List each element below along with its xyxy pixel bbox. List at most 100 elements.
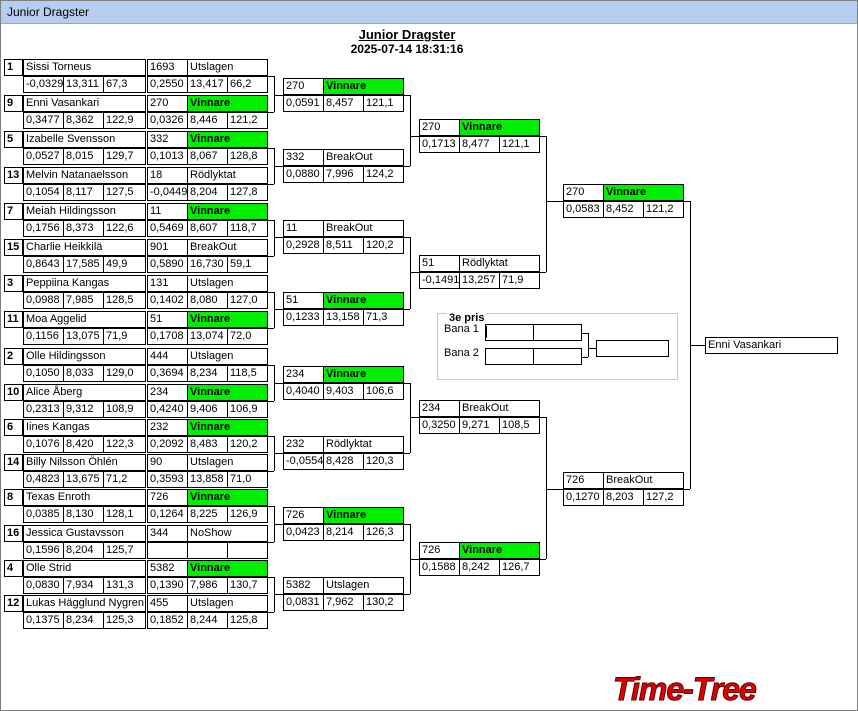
speed: 67,3 [103, 76, 146, 93]
speed: 125,8 [227, 612, 268, 629]
connector [410, 417, 419, 418]
elapsed-time: 8,130 [63, 506, 104, 523]
reaction-time: 0,1756 [23, 220, 64, 237]
speed: 127,0 [227, 292, 268, 309]
connector [546, 489, 563, 490]
reaction-time: 0,2928 [283, 237, 324, 254]
elapsed-time: 8,204 [63, 542, 104, 559]
reaction-time: -0,1491 [419, 272, 460, 289]
connector [274, 95, 283, 96]
lane2-number-field[interactable] [485, 348, 534, 365]
elapsed-time: 8,373 [63, 220, 104, 237]
elapsed-time: 7,985 [63, 292, 104, 309]
reaction-time: 0,0385 [23, 506, 64, 523]
entry-status: Vinnare [459, 119, 540, 136]
reaction-time: -0,0554 [283, 453, 324, 470]
entry-status: Utslagen [187, 59, 268, 76]
connector [690, 345, 705, 346]
speed: 108,5 [499, 417, 540, 434]
elapsed-time: 9,312 [63, 401, 104, 418]
entry-status: BreakOut [323, 149, 404, 166]
driver-name: Lukas Hägglund Nygren [23, 595, 146, 612]
reaction-time: 0,1233 [283, 309, 324, 326]
entry-status: BreakOut [603, 472, 684, 489]
elapsed-time: 13,257 [459, 272, 500, 289]
entry-number: 270 [419, 119, 460, 136]
entry-number: 131 [147, 275, 188, 292]
entry-status: Utslagen [187, 454, 268, 471]
entry-status: Vinnare [323, 507, 404, 524]
elapsed-time: 8,214 [323, 524, 364, 541]
entry-number: 51 [419, 255, 460, 272]
third-place-winner-field[interactable] [596, 340, 669, 357]
entry-number: 726 [147, 489, 188, 506]
connector [274, 309, 283, 310]
speed: 127,2 [643, 489, 684, 506]
driver-name: Olle Strid [23, 560, 146, 577]
speed: 71,0 [227, 471, 268, 488]
driver-name: Olle Hildingsson [23, 348, 146, 365]
entry-number: 270 [283, 78, 324, 95]
reaction-time: 0,1588 [419, 559, 460, 576]
lane2-status-field[interactable] [533, 348, 582, 365]
reaction-time: 0,0830 [23, 577, 64, 594]
reaction-time: 0,5469 [147, 220, 188, 237]
connector [546, 417, 547, 559]
entry-status: Utslagen [323, 577, 404, 594]
entry-number: 270 [563, 184, 604, 201]
entry-status: Vinnare [323, 78, 404, 95]
reaction-time: 0,1596 [23, 542, 64, 559]
connector [274, 383, 283, 384]
elapsed-time: 8,446 [187, 112, 228, 129]
entry-number: 11 [283, 220, 324, 237]
lane2-label: Bana 2 [444, 347, 479, 359]
connector [404, 453, 410, 454]
reaction-time: 0,2550 [147, 76, 188, 93]
reaction-time: 0,0880 [283, 166, 324, 183]
elapsed-time: 8,483 [187, 436, 228, 453]
entry-status: Rödlyktat [459, 255, 540, 272]
driver-name: Iines Kangas [23, 419, 146, 436]
elapsed-time: 8,477 [459, 136, 500, 153]
elapsed-time: 7,986 [187, 577, 228, 594]
reaction-time: 0,1270 [563, 489, 604, 506]
driver-name: Enni Vasankari [23, 95, 146, 112]
seed-number: 3 [4, 275, 23, 292]
entry-number: 232 [283, 436, 324, 453]
driver-name: Alice Åberg [23, 384, 146, 401]
connector [410, 95, 411, 166]
entry-number: 234 [419, 400, 460, 417]
elapsed-time: 13,417 [187, 76, 228, 93]
page-title: Junior Dragster [358, 27, 456, 42]
speed: 125,3 [103, 612, 146, 629]
speed: 125,7 [103, 542, 146, 559]
driver-name: Melvin Natanaelsson [23, 167, 146, 184]
driver-name: Charlie Heikkilä [23, 239, 146, 256]
seed-number: 11 [4, 311, 23, 328]
speed: 128,1 [103, 506, 146, 523]
title-bar[interactable]: Junior Dragster [1, 1, 857, 24]
entry-number: 234 [283, 366, 324, 383]
connector [274, 292, 275, 328]
lane1-label: Bana 1 [444, 323, 479, 335]
lane1-number-field[interactable] [485, 324, 534, 341]
connector [546, 136, 547, 272]
entry-number: 332 [283, 149, 324, 166]
connector [268, 471, 274, 472]
reaction-time: 0,1156 [23, 328, 64, 345]
app-window: Junior Dragster Junior Dragster 2025-07-… [0, 0, 858, 711]
entry-number: 332 [147, 131, 188, 148]
lane1-status-field[interactable] [533, 324, 582, 341]
entry-status: Vinnare [187, 489, 268, 506]
reaction-time: 0,4823 [23, 471, 64, 488]
connector [410, 136, 419, 137]
reaction-time: 0,8643 [23, 256, 64, 273]
elapsed-time [187, 542, 228, 559]
speed: 71,3 [363, 309, 404, 326]
speed: 121,1 [363, 95, 404, 112]
entry-number: 901 [147, 239, 188, 256]
elapsed-time: 8,080 [187, 292, 228, 309]
reaction-time: 0,3694 [147, 365, 188, 382]
connector [404, 594, 410, 595]
speed: 129,7 [103, 148, 146, 165]
